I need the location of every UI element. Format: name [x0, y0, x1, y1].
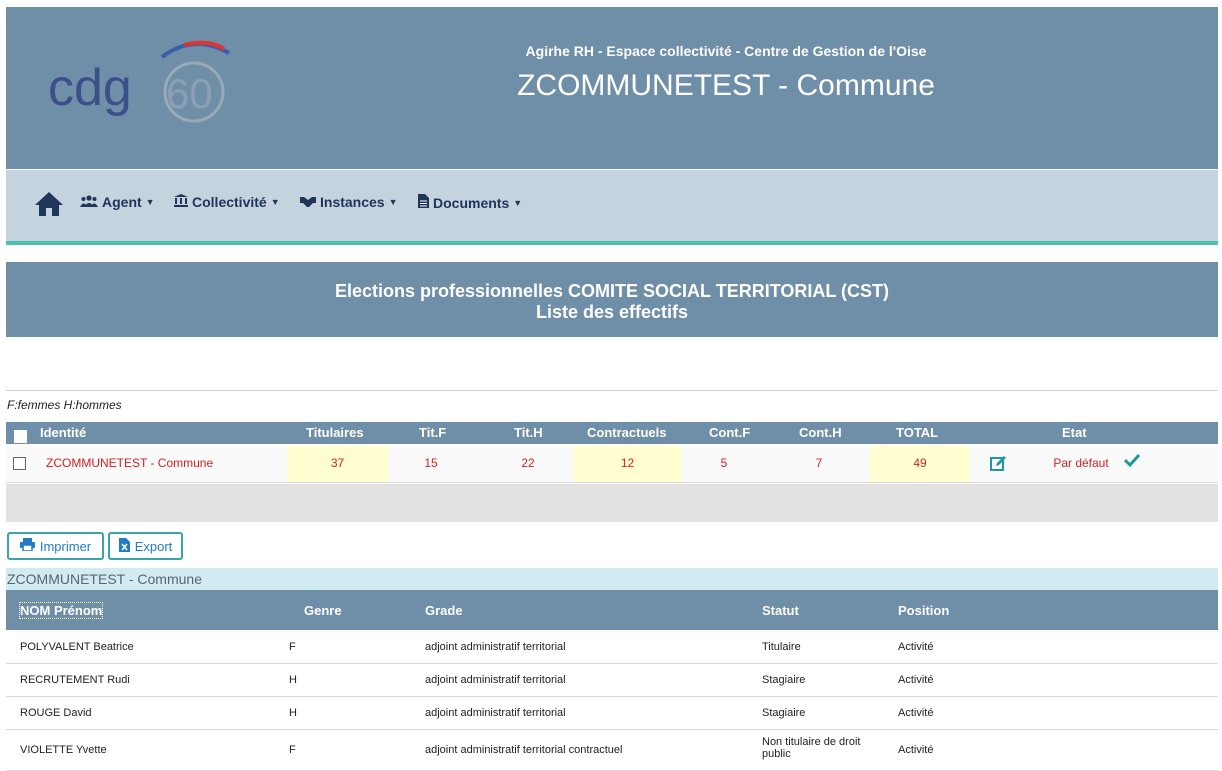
col-position[interactable]: Position [898, 603, 949, 618]
cdg60-logo[interactable]: cdg 60 [44, 35, 234, 125]
col-cont-h: Cont.H [799, 425, 842, 440]
col-genre[interactable]: Genre [304, 603, 342, 618]
nav-collectivite-label: Collectivité [192, 194, 267, 210]
export-label: Export [134, 538, 173, 554]
summary-table-header: Identité Titulaires Tit.F Tit.H Contract… [6, 422, 1218, 444]
col-statut[interactable]: Statut [762, 603, 799, 618]
summary-row: ZCOMMUNETEST - Commune 37 15 22 12 5 7 4… [6, 445, 1218, 483]
cell-grade: adjoint administratif territorial [425, 674, 566, 686]
page-subtitle: Liste des effectifs [535, 302, 689, 322]
cell-grade: adjoint administratif territorial [425, 641, 566, 653]
row-tit-h: 22 [521, 456, 535, 470]
table-row[interactable]: RECRUTEMENT Rudi H adjoint administratif… [6, 664, 1218, 697]
col-grade[interactable]: Grade [425, 603, 463, 618]
export-button[interactable]: Export [108, 532, 183, 560]
cell-genre: H [289, 674, 297, 686]
cell-statut: Stagiaire [762, 674, 806, 686]
nav-documents-menu[interactable]: Documents ▼ [418, 194, 522, 211]
cell-name: ROUGE David [20, 707, 92, 719]
divider [6, 390, 1218, 391]
detail-table-header: NOM Prénom Genre Grade Statut Position [6, 590, 1218, 630]
file-icon [418, 194, 429, 211]
cell-position: Activité [898, 674, 934, 686]
col-etat: Etat [1062, 425, 1087, 440]
caret-down-icon: ▼ [388, 197, 398, 207]
excel-file-icon [118, 537, 130, 555]
institution-icon [174, 194, 188, 210]
cell-position: Activité [898, 707, 934, 719]
print-button[interactable]: Imprimer [7, 532, 104, 560]
caret-down-icon: ▼ [270, 197, 280, 207]
col-contractuels: Contractuels [587, 425, 667, 440]
caret-down-icon: ▼ [145, 197, 155, 207]
main-nav: Agent ▼ Collectivité ▼ Instances ▼ Docum… [6, 170, 1218, 245]
nav-agent-menu[interactable]: Agent ▼ [80, 194, 155, 210]
row-etat: Par défaut [1053, 456, 1109, 470]
cell-genre: F [289, 744, 296, 756]
cell-position: Activité [898, 744, 934, 756]
print-icon [19, 538, 35, 554]
row-total: 49 [870, 445, 970, 482]
table-row[interactable]: ROUGE David H adjoint administratif terr… [6, 697, 1218, 730]
check-icon[interactable] [1122, 453, 1142, 471]
row-identite: ZCOMMUNETEST - Commune [46, 456, 214, 470]
header-subtitle: Agirhe RH - Espace collectivité - Centre… [525, 43, 927, 59]
row-tit-f: 15 [424, 456, 438, 470]
caret-down-icon: ▼ [513, 197, 523, 208]
cell-grade: adjoint administratif territorial contra… [425, 744, 623, 756]
nav-agent-label: Agent [102, 194, 142, 210]
row-contractuels: 12 [573, 445, 682, 482]
col-cont-f: Cont.F [709, 425, 751, 440]
col-tit-f: Tit.F [419, 425, 447, 440]
table-row[interactable]: VIOLETTE Yvette F adjoint administratif … [6, 730, 1218, 771]
col-titulaires: Titulaires [306, 425, 364, 440]
logo-number: 60 [166, 70, 213, 117]
cell-name: RECRUTEMENT Rudi [20, 674, 130, 686]
col-nom-prenom[interactable]: NOM Prénom [18, 602, 104, 619]
logo-text: cdg [48, 59, 132, 117]
row-cont-f: 5 [720, 456, 728, 470]
col-total: TOTAL [896, 425, 939, 440]
summary-footer [6, 484, 1218, 522]
cell-name: VIOLETTE Yvette [20, 744, 107, 756]
cell-statut: Non titulaire de droit public [762, 736, 861, 760]
handshake-icon [300, 194, 316, 210]
cell-genre: F [289, 641, 296, 653]
cell-position: Activité [898, 641, 934, 653]
gender-legend: F:femmes H:hommes [7, 398, 122, 412]
cell-statut: Stagiaire [762, 707, 806, 719]
nav-documents-label: Documents [433, 194, 510, 211]
print-label: Imprimer [39, 538, 92, 554]
home-icon[interactable] [34, 191, 64, 222]
cell-name: POLYVALENT Beatrice [20, 641, 134, 653]
cell-grade: adjoint administratif territorial [425, 707, 566, 719]
table-row[interactable]: POLYVALENT Beatrice F adjoint administra… [6, 631, 1218, 664]
row-titulaires: 37 [287, 445, 388, 482]
nav-instances-label: Instances [320, 194, 385, 210]
nav-collectivite-menu[interactable]: Collectivité ▼ [174, 194, 280, 210]
edit-icon[interactable] [987, 455, 1009, 473]
nav-instances-menu[interactable]: Instances ▼ [300, 194, 398, 210]
cell-genre: H [289, 707, 297, 719]
header-title: ZCOMMUNETEST - Commune [517, 69, 935, 102]
group-label: ZCOMMUNETEST - Commune [6, 568, 1218, 590]
page-title-banner: Elections professionnelles COMITE SOCIAL… [6, 262, 1218, 337]
users-icon [80, 194, 98, 210]
col-tit-h: Tit.H [514, 425, 543, 440]
row-cont-h: 7 [815, 456, 823, 470]
row-checkbox[interactable] [12, 445, 26, 482]
cell-statut: Titulaire [762, 641, 801, 653]
page-title: Elections professionnelles COMITE SOCIAL… [334, 281, 890, 301]
col-identite: Identité [40, 425, 87, 440]
site-header: cdg 60 Agirhe RH - Espace collectivité -… [6, 7, 1218, 169]
